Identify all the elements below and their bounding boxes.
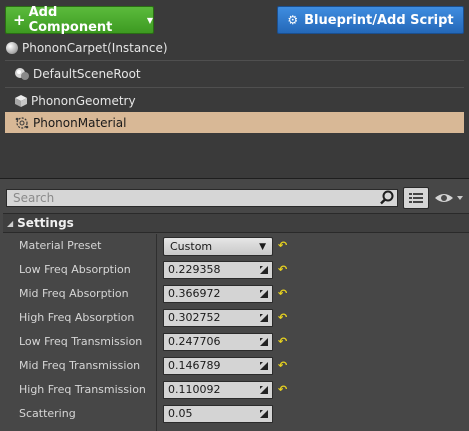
tree-item-label: PhononCarpet(Instance) <box>22 41 168 55</box>
drag-handle-icon <box>260 314 268 322</box>
property-label: Mid Freq Transmission <box>19 359 141 372</box>
property-label: High Freq Absorption <box>19 311 135 324</box>
blueprint-label: Blueprint/Add Script <box>304 12 454 28</box>
property-label: Low Freq Absorption <box>19 263 131 276</box>
search-icon[interactable] <box>378 189 396 207</box>
low-freq-absorption-field[interactable]: 0.229358 <box>163 261 273 279</box>
drag-handle-icon <box>260 386 268 394</box>
gears-icon: ⚙ <box>287 13 299 27</box>
property-row-mid-freq-transmission: Mid Freq Transmission 0.146789 ↶ <box>3 354 469 378</box>
property-row-low-freq-transmission: Low Freq Transmission 0.247706 ↶ <box>3 330 469 354</box>
field-value: 0.229358 <box>168 263 221 276</box>
high-freq-absorption-field[interactable]: 0.302752 <box>163 309 273 327</box>
tree-item-phononmaterial[interactable]: PhononMaterial <box>5 112 464 133</box>
scattering-field[interactable]: 0.05 <box>163 405 273 423</box>
tree-item-label: PhononGeometry <box>31 94 136 108</box>
reset-to-default-icon[interactable]: ↶ <box>278 383 287 396</box>
tree-item-defaultsceneroot[interactable]: DefaultSceneRoot <box>14 63 464 85</box>
material-icon <box>15 116 29 129</box>
low-freq-transmission-field[interactable]: 0.247706 <box>163 333 273 351</box>
reset-to-default-icon[interactable]: ↶ <box>278 239 287 252</box>
field-value: 0.05 <box>168 407 193 420</box>
mid-freq-transmission-field[interactable]: 0.146789 <box>163 357 273 375</box>
field-value: 0.110092 <box>168 383 221 396</box>
collapse-triangle-icon: ◢ <box>7 218 14 228</box>
tree-item-phononcarpet[interactable]: PhononCarpet(Instance) <box>5 37 464 59</box>
high-freq-transmission-field[interactable]: 0.110092 <box>163 381 273 399</box>
property-label: Mid Freq Absorption <box>19 287 129 300</box>
settings-section-header[interactable]: ◢ Settings <box>3 213 469 233</box>
reset-to-default-icon[interactable]: ↶ <box>278 263 287 276</box>
search-input[interactable]: Search <box>6 189 398 207</box>
scene-root-icon <box>15 68 29 80</box>
reset-to-default-icon[interactable]: ↶ <box>278 287 287 300</box>
dropdown-value: Custom <box>170 240 213 253</box>
property-row-scattering: Scattering 0.05 <box>3 402 469 426</box>
property-row-material-preset: Material Preset Custom ▼ ↶ <box>3 234 469 258</box>
tree-item-label: DefaultSceneRoot <box>33 67 141 81</box>
field-value: 0.366972 <box>168 287 221 300</box>
reset-to-default-icon[interactable]: ↶ <box>278 311 287 324</box>
property-row-low-freq-absorption: Low Freq Absorption 0.229358 ↶ <box>3 258 469 282</box>
blueprint-add-script-button[interactable]: ⚙ Blueprint/Add Script <box>277 6 464 34</box>
chevron-down-icon: ▼ <box>259 242 266 252</box>
drag-handle-icon <box>260 266 268 274</box>
plus-icon: + <box>13 11 26 29</box>
add-component-button[interactable]: + Add Component ▼ <box>5 5 154 35</box>
list-view-button[interactable] <box>403 187 429 209</box>
list-view-icon <box>409 193 423 203</box>
property-label: High Freq Transmission <box>19 383 146 396</box>
components-panel: + Add Component ▼ ⚙ Blueprint/Add Script… <box>0 0 469 179</box>
drag-handle-icon <box>260 410 268 418</box>
section-title: Settings <box>17 216 74 230</box>
drag-handle-icon <box>260 362 268 370</box>
property-row-high-freq-absorption: High Freq Absorption 0.302752 ↶ <box>3 306 469 330</box>
reset-to-default-icon[interactable]: ↶ <box>278 335 287 348</box>
property-row-high-freq-transmission: High Freq Transmission 0.110092 ↶ <box>3 378 469 402</box>
field-value: 0.247706 <box>168 335 221 348</box>
property-label: Material Preset <box>19 239 102 252</box>
property-list: Material Preset Custom ▼ ↶ Low Freq Abso… <box>3 234 469 431</box>
chevron-down-icon: ▼ <box>146 15 153 25</box>
search-placeholder: Search <box>13 191 55 205</box>
tree-item-label: PhononMaterial <box>33 115 127 130</box>
property-label: Low Freq Transmission <box>19 335 143 348</box>
eye-icon[interactable] <box>433 190 465 206</box>
field-value: 0.302752 <box>168 311 221 324</box>
cube-icon <box>15 95 27 107</box>
property-label: Scattering <box>19 407 76 420</box>
drag-handle-icon <box>260 290 268 298</box>
material-preset-dropdown[interactable]: Custom ▼ <box>163 237 273 256</box>
mid-freq-absorption-field[interactable]: 0.366972 <box>163 285 273 303</box>
sphere-icon <box>6 42 18 54</box>
field-value: 0.146789 <box>168 359 221 372</box>
tree-item-phonongeometry[interactable]: PhononGeometry <box>14 90 464 112</box>
property-row-mid-freq-absorption: Mid Freq Absorption 0.366972 ↶ <box>3 282 469 306</box>
add-component-label: Add Component <box>28 5 113 35</box>
reset-to-default-icon[interactable]: ↶ <box>278 359 287 372</box>
drag-handle-icon <box>260 338 268 346</box>
